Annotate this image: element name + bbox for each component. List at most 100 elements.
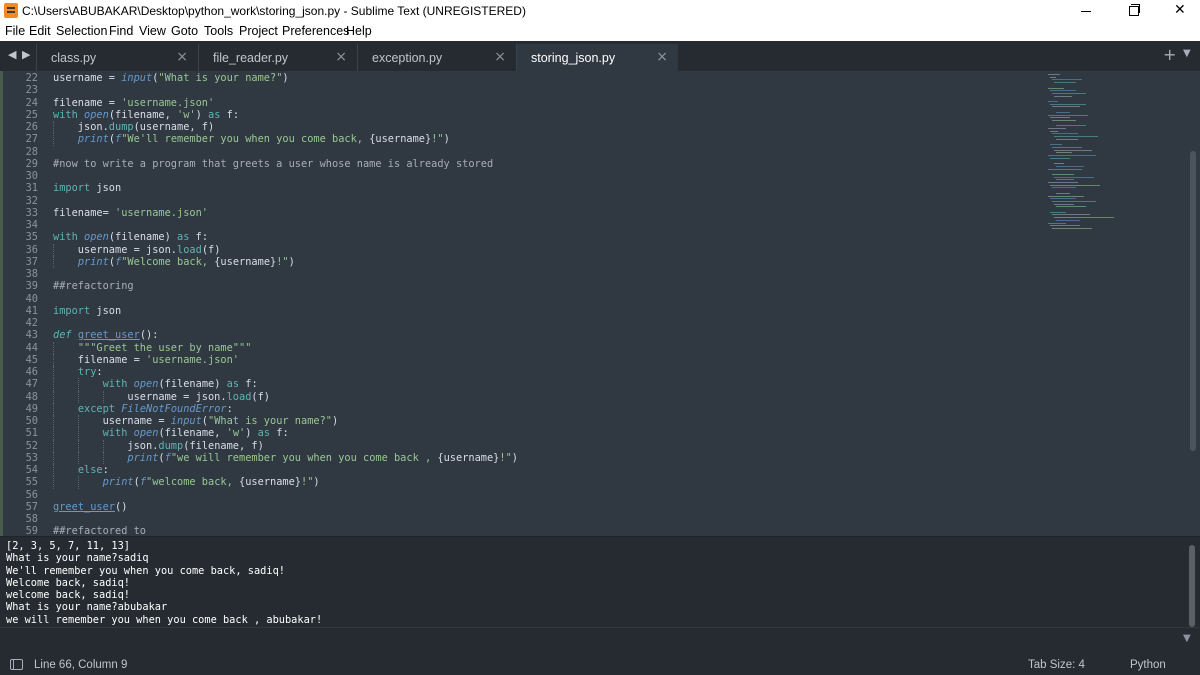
code-line: ##refactored to	[53, 525, 146, 536]
code-line: print(f"Welcome back, {username}!")	[53, 255, 1033, 268]
minimap-line	[1054, 95, 1072, 97]
scroll-down-icon[interactable]: ▼	[1183, 633, 1191, 644]
minimap-line	[1050, 90, 1076, 92]
tab-close-icon[interactable]: ×	[335, 49, 347, 65]
syntax-selector[interactable]: Python	[1130, 659, 1166, 671]
line-number: 37	[25, 255, 38, 268]
minimap-line	[1048, 155, 1096, 156]
code-line: import json	[53, 182, 122, 195]
code-line: greet_user()	[53, 500, 128, 513]
show-panel-icon[interactable]	[10, 659, 23, 670]
tab-list-icon[interactable]: ▼	[1183, 48, 1191, 59]
minimap-line	[1050, 103, 1086, 105]
code-line: ##refactoring	[53, 280, 134, 293]
tab-class-py[interactable]: class.py ×	[36, 44, 198, 71]
line-number: 55	[25, 476, 38, 489]
line-number: 47	[25, 378, 38, 391]
minimap-line	[1048, 101, 1058, 102]
code-line: import json	[53, 304, 122, 317]
minimap-line	[1050, 117, 1070, 119]
cursor-position: Line 66, Column 9	[34, 659, 128, 671]
minimap-line	[1056, 138, 1078, 140]
minimap-line	[1052, 146, 1082, 148]
minimap-line	[1054, 176, 1094, 178]
menu-edit[interactable]: Edit	[29, 24, 51, 38]
line-number: 33	[25, 206, 38, 219]
minimap-line	[1048, 222, 1066, 224]
code-line: print(f"welcome back, {username}!")	[53, 476, 1033, 489]
tab-label: file_reader.py	[213, 51, 289, 65]
code-area[interactable]: username = input("What is your name?") f…	[53, 72, 1033, 536]
editor-scrollbar[interactable]	[1190, 151, 1196, 451]
line-number: 52	[25, 439, 38, 452]
line-number: 26	[25, 121, 38, 133]
line-number: 22	[25, 72, 38, 84]
tab-label: class.py	[51, 51, 97, 65]
output-line: We'll remember you when you come back, s…	[6, 564, 285, 577]
code-line: with open(filename) as f:	[53, 378, 1033, 391]
minimap-line	[1054, 136, 1098, 138]
build-output-panel: [2, 3, 5, 7, 11, 13] What is your name?s…	[0, 536, 1200, 654]
minimap-line	[1048, 195, 1084, 197]
tab-close-icon[interactable]: ×	[494, 49, 506, 65]
minimap-line	[1056, 206, 1086, 208]
tab-file-reader-py[interactable]: file_reader.py ×	[198, 44, 357, 71]
menu-view[interactable]: View	[139, 24, 166, 38]
close-window-button[interactable]: ✕	[1160, 0, 1200, 22]
minimize-button[interactable]	[1066, 0, 1106, 22]
new-tab-icon[interactable]: +	[1163, 45, 1176, 64]
menu-project[interactable]: Project	[239, 24, 278, 38]
menu-goto[interactable]: Goto	[171, 24, 198, 38]
menu-help[interactable]: Help	[346, 24, 372, 38]
code-line: filename = 'username.json'	[53, 353, 239, 366]
code-editor[interactable]: 22 23 24 25 26 27 28 29 30 31 32 33 34 35 36 37 38 39 40 41…	[0, 71, 1200, 536]
tab-close-icon[interactable]: ×	[176, 49, 188, 65]
line-number: 46	[25, 366, 38, 378]
code-line: filename = 'username.json'	[53, 96, 215, 109]
code-line: with open(filename, 'w') as f:	[53, 427, 1033, 440]
code-line: json.dump(username, f)	[53, 121, 215, 134]
line-number: 32	[25, 194, 38, 207]
title-bar: C:\Users\ABUBAKAR\Desktop\python_work\st…	[0, 0, 1200, 22]
minimap-line	[1052, 133, 1078, 135]
minimap-line	[1056, 219, 1080, 221]
tab-close-icon[interactable]: ×	[656, 49, 668, 65]
minimap-line	[1052, 200, 1096, 202]
minimap-line	[1052, 227, 1092, 229]
minimap-line	[1050, 225, 1080, 227]
minimap-line	[1054, 149, 1092, 151]
output-text: [2, 3, 5, 7, 11, 13] What is your name?s…	[6, 540, 322, 626]
output-line: welcome back, sadiq!	[6, 589, 130, 602]
minimap-line	[1054, 82, 1076, 84]
minimap[interactable]	[1040, 71, 1120, 241]
line-number: 30	[25, 170, 38, 182]
next-tab-icon[interactable]: ▶	[22, 48, 30, 61]
menu-file[interactable]: File	[5, 24, 25, 38]
line-number: 38	[25, 268, 38, 280]
line-number: 24	[25, 96, 38, 109]
line-number: 41	[25, 304, 38, 317]
line-number-gutter: 22 23 24 25 26 27 28 29 30 31 32 33 34 35 36 37 38 39 40 41…	[0, 72, 38, 536]
line-number: 59	[25, 525, 38, 536]
menu-selection[interactable]: Selection	[56, 24, 107, 38]
line-number: 36	[25, 243, 38, 256]
menu-preferences[interactable]: Preferences	[282, 24, 349, 38]
code-line: username = input("What is your name?")	[53, 72, 289, 84]
output-scrollbar[interactable]	[1189, 545, 1195, 627]
tab-label: exception.py	[372, 51, 443, 65]
prev-tab-icon[interactable]: ◀	[8, 48, 16, 61]
menu-find[interactable]: Find	[109, 24, 133, 38]
maximize-button[interactable]	[1113, 0, 1153, 22]
tab-exception-py[interactable]: exception.py ×	[357, 44, 516, 71]
tab-label: storing_json.py	[531, 51, 616, 65]
tab-size-selector[interactable]: Tab Size: 4	[1028, 659, 1085, 671]
menu-tools[interactable]: Tools	[204, 24, 233, 38]
code-line: with open(filename, 'w') as f:	[53, 108, 240, 121]
tab-storing-json-py[interactable]: storing_json.py ×	[516, 44, 678, 71]
line-number: 56	[25, 488, 38, 501]
